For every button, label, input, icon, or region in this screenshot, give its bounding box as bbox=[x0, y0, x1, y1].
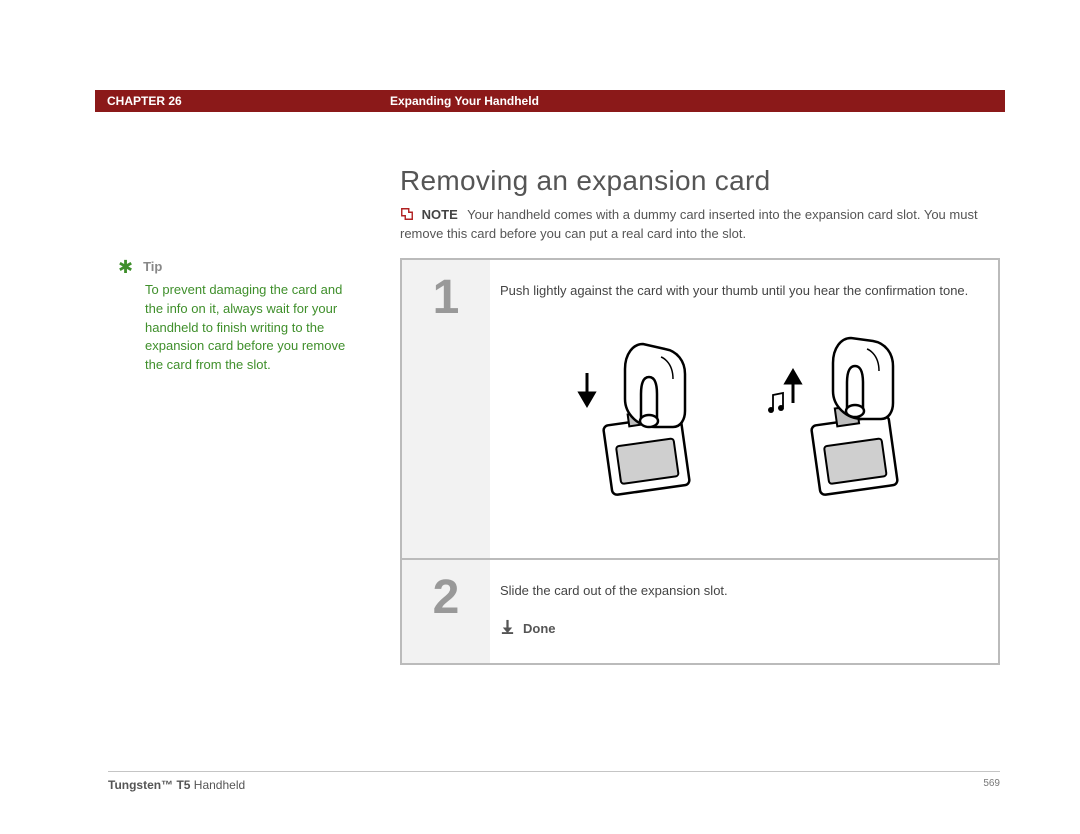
tip-body: To prevent damaging the card and the inf… bbox=[145, 281, 353, 375]
asterisk-icon: ✱ bbox=[118, 258, 133, 276]
note-label: NOTE bbox=[422, 207, 458, 222]
page-footer: Tungsten™ T5 Handheld 569 bbox=[108, 771, 1000, 792]
step-2: 2 Slide the card out of the expansion sl… bbox=[402, 560, 998, 663]
note-icon bbox=[400, 207, 414, 221]
product-bold: Tungsten™ T5 bbox=[108, 778, 190, 792]
product-rest: Handheld bbox=[190, 778, 245, 792]
illustration-row bbox=[500, 331, 976, 511]
step-number: 1 bbox=[402, 260, 490, 558]
page-title: Removing an expansion card bbox=[400, 165, 770, 197]
illustration-push-card bbox=[563, 331, 713, 511]
tip-label: Tip bbox=[143, 258, 162, 277]
note-text: Your handheld comes with a dummy card in… bbox=[400, 207, 978, 241]
step-2-text: Slide the card out of the expansion slot… bbox=[500, 582, 976, 601]
tip-sidebar: ✱ Tip To prevent damaging the card and t… bbox=[118, 258, 353, 375]
step-number: 2 bbox=[402, 560, 490, 663]
step-content: Slide the card out of the expansion slot… bbox=[490, 560, 998, 663]
illustration-card-tone bbox=[763, 331, 913, 511]
done-label: Done bbox=[523, 620, 556, 639]
tip-header: ✱ Tip bbox=[118, 258, 353, 277]
product-name: Tungsten™ T5 Handheld bbox=[108, 778, 245, 792]
step-content: Push lightly against the card with your … bbox=[490, 260, 998, 558]
steps-box: 1 Push lightly against the card with you… bbox=[400, 258, 1000, 665]
step-1-text: Push lightly against the card with your … bbox=[500, 282, 976, 301]
chapter-label: CHAPTER 26 bbox=[95, 94, 390, 108]
note-block: NOTE Your handheld comes with a dummy ca… bbox=[400, 205, 1000, 244]
done-arrow-icon bbox=[500, 619, 515, 641]
section-title: Expanding Your Handheld bbox=[390, 94, 539, 108]
step-1: 1 Push lightly against the card with you… bbox=[402, 260, 998, 560]
page-number: 569 bbox=[983, 778, 1000, 792]
done-row: Done bbox=[500, 619, 976, 641]
chapter-header: CHAPTER 26 Expanding Your Handheld bbox=[95, 90, 1005, 112]
